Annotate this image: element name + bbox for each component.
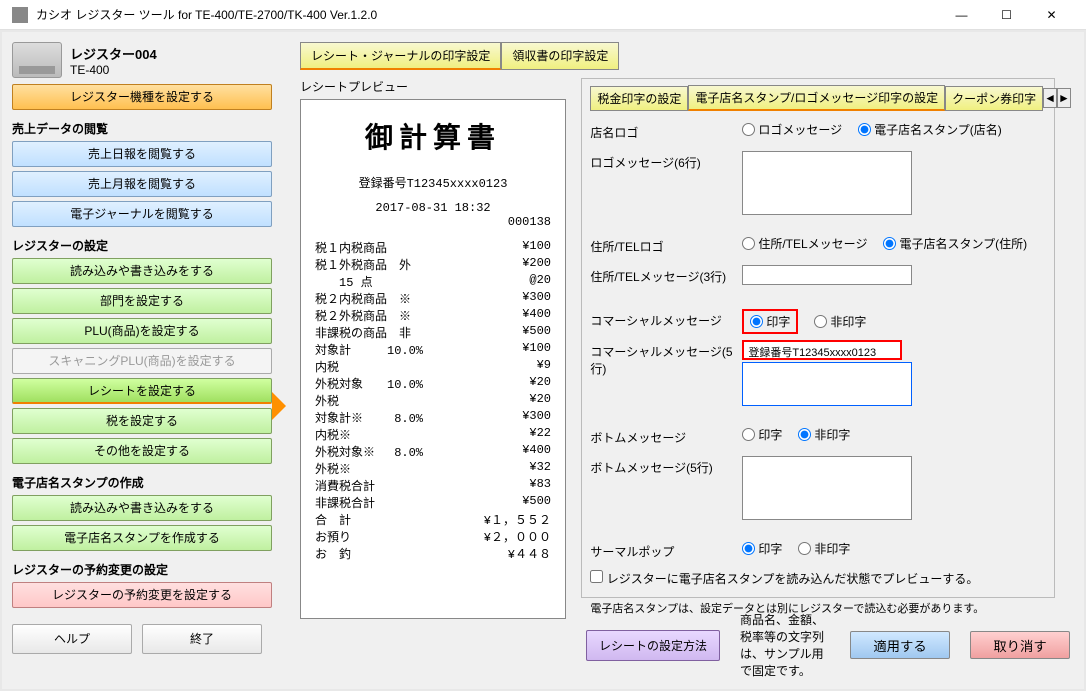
other-button[interactable]: その他を設定する: [12, 438, 272, 464]
tab-receipt-journal[interactable]: レシート・ジャーナルの印字設定: [300, 42, 501, 70]
subtab-stamp-logo[interactable]: 電子店名スタンプ/ロゴメッセージ印字の設定: [688, 85, 945, 111]
scanplu-button: スキャニングPLU(商品)を設定する: [12, 348, 272, 374]
preview-label: レシートプレビュー: [300, 78, 570, 95]
addr-radio-message[interactable]: 住所/TELメッセージ: [742, 235, 867, 252]
receipt-line: 外税※¥32: [315, 460, 551, 477]
ejournal-button[interactable]: 電子ジャーナルを閲覧する: [12, 201, 272, 227]
titlebar: カシオ レジスター ツール for TE-400/TE-2700/TK-400 …: [0, 0, 1086, 30]
addrmsg-input[interactable]: [742, 265, 912, 285]
btmmsg-input[interactable]: [742, 456, 912, 520]
receipt-line: 15 点@20: [315, 273, 551, 290]
cmmsg-label: コマーシャルメッセージ(5行): [590, 340, 742, 377]
set-model-button[interactable]: レジスター機種を設定する: [12, 84, 272, 110]
tab-scroll-left[interactable]: ◄: [1043, 88, 1057, 108]
cm-radio-print[interactable]: [750, 315, 763, 328]
sidebar: レジスター004 TE-400 レジスター機種を設定する 売上データの閲覧 売上…: [2, 32, 286, 689]
cmmsg-input[interactable]: [742, 362, 912, 406]
tax-button[interactable]: 税を設定する: [12, 408, 272, 434]
content-area: レシート・ジャーナルの印字設定 領収書の印字設定 レシートプレビュー 御計算書 …: [286, 32, 1084, 689]
btm-radio-print[interactable]: 印字: [742, 426, 782, 443]
receipt-button[interactable]: レシートを設定する: [12, 378, 272, 404]
arrow-pointer-icon: [272, 392, 286, 420]
dept-button[interactable]: 部門を設定する: [12, 288, 272, 314]
logo-label: 店名ロゴ: [590, 121, 742, 141]
register-name: レジスター004: [70, 44, 157, 63]
logomsg-input[interactable]: [742, 151, 912, 215]
apply-button[interactable]: 適用する: [850, 631, 950, 659]
receipt-date: 2017-08-31 18:32: [315, 201, 551, 215]
receipt-line: 外税対象 10.0%¥20: [315, 375, 551, 392]
receipt-paid: お預り¥２，０００: [315, 528, 551, 545]
register-icon: [12, 42, 62, 78]
logomsg-label: ロゴメッセージ(6行): [590, 151, 742, 171]
footer-msg: 商品名、金額、税率等の文字列は、サンプル用で固定です。: [740, 611, 830, 679]
cmmsg-value: 登録番号T12345xxxx0123: [742, 340, 902, 360]
subtab-coupon[interactable]: クーポン券印字: [945, 86, 1043, 111]
cancel-button[interactable]: 取り消す: [970, 631, 1070, 659]
cm-radio-noprint[interactable]: 非印字: [814, 313, 866, 330]
receipt-line: 外税¥20: [315, 392, 551, 409]
plu-button[interactable]: PLU(商品)を設定する: [12, 318, 272, 344]
howto-button[interactable]: レシートの設定方法: [586, 630, 720, 661]
subtab-tax-print[interactable]: 税金印字の設定: [590, 86, 688, 111]
receipt-change: お 釣¥４４８: [315, 545, 551, 562]
receipt-line: 非課税の商品 非¥500: [315, 324, 551, 341]
cm-radio-print-highlight: 印字: [742, 309, 798, 334]
app-icon: [12, 7, 28, 23]
receipt-line: 税２内税商品 ※¥300: [315, 290, 551, 307]
close-button[interactable]: ✕: [1029, 0, 1074, 30]
top-tabs: レシート・ジャーナルの印字設定 領収書の印字設定: [300, 42, 1070, 70]
window-title: カシオ レジスター ツール for TE-400/TE-2700/TK-400 …: [36, 6, 939, 23]
reserve-button[interactable]: レジスターの予約変更を設定する: [12, 582, 272, 608]
thermal-radio-noprint[interactable]: 非印字: [798, 540, 850, 557]
stamp-readwrite-button[interactable]: 読み込みや書き込みをする: [12, 495, 272, 521]
stamp-create-button[interactable]: 電子店名スタンプを作成する: [12, 525, 272, 551]
receipt-line: 非課税合計¥500: [315, 494, 551, 511]
logo-radio-message[interactable]: ロゴメッセージ: [742, 121, 842, 138]
btmmsg-label: ボトムメッセージ(5行): [590, 456, 742, 476]
receipt-line: 税２外税商品 ※¥400: [315, 307, 551, 324]
thermal-label: サーマルポップ: [590, 540, 742, 560]
preview-stamp-checkbox[interactable]: レジスターに電子店名スタンプを読み込んだ状態でプレビューする。: [590, 570, 978, 587]
logo-radio-stamp[interactable]: 電子店名スタンプ(店名): [858, 121, 1002, 138]
receipt-preview: 御計算書 登録番号T12345xxxx0123 2017-08-31 18:32…: [300, 99, 566, 619]
receipt-line: 税１外税商品 外¥200: [315, 256, 551, 273]
receipt-line: 対象計※ 8.0%¥300: [315, 409, 551, 426]
readwrite-button[interactable]: 読み込みや書き込みをする: [12, 258, 272, 284]
maximize-button[interactable]: ☐: [984, 0, 1029, 30]
receipt-title: 御計算書: [315, 116, 551, 156]
receipt-ticket: 000138: [315, 215, 551, 229]
receipt-line: 消費税合計¥83: [315, 477, 551, 494]
section-stamp: 電子店名スタンプの作成: [12, 474, 276, 491]
addrmsg-label: 住所/TELメッセージ(3行): [590, 265, 742, 285]
section-reserve: レジスターの予約変更の設定: [12, 561, 276, 578]
addr-label: 住所/TELロゴ: [590, 235, 742, 255]
cm-label: コマーシャルメッセージ: [590, 309, 742, 329]
tab-ryoshusho[interactable]: 領収書の印字設定: [501, 42, 619, 70]
settings-panel: 税金印字の設定 電子店名スタンプ/ロゴメッセージ印字の設定 クーポン券印字 ◄ …: [581, 78, 1055, 598]
receipt-line: 対象計 10.0%¥100: [315, 341, 551, 358]
help-button[interactable]: ヘルプ: [12, 624, 132, 654]
register-model: TE-400: [70, 63, 157, 77]
receipt-reg-line: 登録番号T12345xxxx0123: [315, 174, 551, 191]
thermal-radio-print[interactable]: 印字: [742, 540, 782, 557]
section-sales: 売上データの閲覧: [12, 120, 276, 137]
monthly-report-button[interactable]: 売上月報を閲覧する: [12, 171, 272, 197]
receipt-total: 合 計¥１，５５２: [315, 511, 551, 528]
daily-report-button[interactable]: 売上日報を閲覧する: [12, 141, 272, 167]
section-register: レジスターの設定: [12, 237, 276, 254]
receipt-line: 税１内税商品¥100: [315, 239, 551, 256]
tab-scroll-right[interactable]: ►: [1057, 88, 1071, 108]
exit-button[interactable]: 終了: [142, 624, 262, 654]
addr-radio-stamp[interactable]: 電子店名スタンプ(住所): [883, 235, 1027, 252]
btm-radio-noprint[interactable]: 非印字: [798, 426, 850, 443]
btm-label: ボトムメッセージ: [590, 426, 742, 446]
receipt-line: 外税対象※ 8.0%¥400: [315, 443, 551, 460]
receipt-line: 内税¥9: [315, 358, 551, 375]
receipt-line: 内税※¥22: [315, 426, 551, 443]
minimize-button[interactable]: —: [939, 0, 984, 30]
